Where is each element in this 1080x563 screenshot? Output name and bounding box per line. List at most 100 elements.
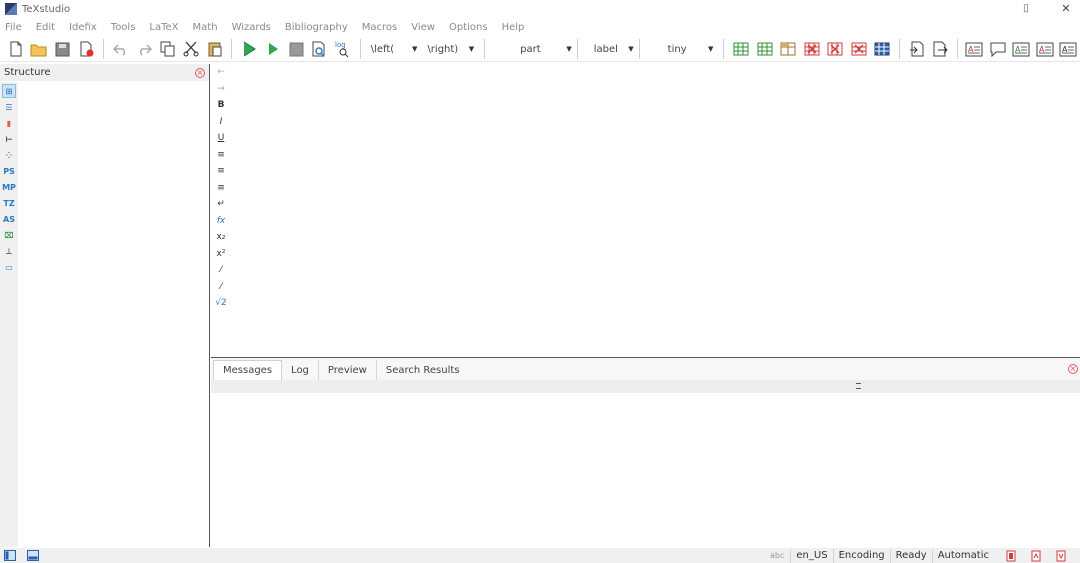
insert-input-icon[interactable] [930, 39, 949, 59]
page-icon[interactable]: ▭ [2, 260, 16, 274]
new-line-icon[interactable]: ↵ [211, 196, 231, 213]
tab-messages[interactable]: Messages [213, 360, 283, 380]
toolbar-separator [102, 39, 104, 59]
text-block-icon[interactable]: A [1035, 39, 1054, 59]
menu-bibliography[interactable]: Bibliography [285, 22, 348, 33]
structure-header: Structure × [0, 64, 209, 81]
toolbar-separator [359, 39, 361, 59]
left-delimiter-combo[interactable]: \left( ▼ [366, 40, 423, 59]
bottom-icon[interactable]: ⊥ [2, 244, 16, 258]
text-frame-icon[interactable]: A [965, 39, 984, 59]
stop-icon[interactable] [286, 39, 305, 59]
toggle-structure-icon[interactable] [3, 549, 17, 562]
references-combo[interactable]: label ▼ [578, 40, 639, 59]
pstricks-icon[interactable]: PS [2, 164, 16, 178]
save-icon[interactable] [53, 39, 72, 59]
minimize-button[interactable]: ⌷ [1016, 2, 1036, 16]
text-paragraph-icon[interactable]: A [1059, 39, 1078, 59]
italic-icon[interactable]: I [211, 114, 231, 131]
build-and-view-icon[interactable] [239, 39, 258, 59]
menu-edit[interactable]: Edit [36, 22, 55, 33]
metapost-icon[interactable]: MP [2, 180, 16, 194]
comment-icon[interactable] [988, 39, 1007, 59]
copy-icon[interactable] [158, 39, 177, 59]
menu-idefix[interactable]: Idefix [69, 22, 97, 33]
panel-splitter[interactable] [211, 380, 1080, 393]
menu-view[interactable]: View [411, 22, 435, 33]
view-pdf-icon[interactable] [310, 39, 329, 59]
compile-icon[interactable] [263, 39, 282, 59]
toggle-messages-icon[interactable] [26, 549, 40, 562]
menu-bar: File Edit Idefix Tools LaTeX Math Wizard… [0, 19, 1080, 36]
bookmark-red-icon[interactable] [1004, 549, 1018, 562]
math-mode-icon[interactable]: fx [211, 213, 231, 230]
paste-icon[interactable] [205, 39, 224, 59]
menu-help[interactable]: Help [502, 22, 525, 33]
insert-image-icon[interactable]: ⌧ [2, 228, 16, 242]
editor-area[interactable] [231, 64, 1080, 356]
compile-mode[interactable]: Automatic [931, 548, 994, 563]
text-box-icon[interactable]: A [1012, 39, 1031, 59]
tab-search-results[interactable]: Search Results [377, 360, 469, 380]
insert-include-icon[interactable] [907, 39, 926, 59]
align-columns-icon[interactable] [778, 39, 797, 59]
toc-icon[interactable]: ☰ [2, 100, 16, 114]
bookmark-icon[interactable]: ▮ [2, 116, 16, 130]
table-template-icon[interactable] [872, 39, 891, 59]
bold-icon[interactable]: B [211, 97, 231, 114]
arrow-right-icon[interactable]: → [211, 81, 231, 98]
remove-column-icon[interactable] [825, 39, 844, 59]
fraction-icon[interactable]: ⁄ [211, 262, 231, 279]
language-selector[interactable]: en_US [790, 548, 832, 563]
menu-macros[interactable]: Macros [362, 22, 397, 33]
bottom-tabs: Messages Log Preview Search Results [211, 358, 1080, 380]
font-size-value: tiny [667, 43, 687, 55]
arrow-left-icon[interactable]: ← [211, 64, 231, 81]
view-log-icon[interactable]: log [333, 39, 352, 59]
menu-file[interactable]: File [5, 22, 22, 33]
close-window-button[interactable]: ✕ [1056, 2, 1076, 16]
subscript-icon[interactable]: x₂ [211, 229, 231, 246]
add-column-icon[interactable] [755, 39, 774, 59]
redo-icon[interactable] [134, 39, 153, 59]
open-file-icon[interactable] [29, 39, 48, 59]
new-file-icon[interactable] [6, 39, 25, 59]
undo-icon[interactable] [111, 39, 130, 59]
underline-icon[interactable]: U [211, 130, 231, 147]
toolbar-separator [484, 39, 486, 59]
align-right-icon[interactable]: ≡ [211, 180, 231, 197]
tab-log[interactable]: Log [282, 360, 319, 380]
right-delimiter-combo[interactable]: \right) ▼ [422, 40, 479, 59]
dfrac-icon[interactable]: ⁄ [211, 279, 231, 296]
encoding-selector[interactable]: Encoding [832, 548, 890, 563]
close-file-icon[interactable] [76, 39, 95, 59]
align-left-icon[interactable]: ≡ [211, 147, 231, 164]
font-size-combo[interactable]: tiny ▼ [640, 40, 719, 59]
menu-options[interactable]: Options [449, 22, 488, 33]
tab-preview[interactable]: Preview [319, 360, 377, 380]
symbols-icon[interactable]: ⊢ [2, 132, 16, 146]
superscript-icon[interactable]: x² [211, 246, 231, 263]
toolbar-separator [231, 39, 233, 59]
cut-columns-icon[interactable] [849, 39, 868, 59]
asymptote-icon[interactable]: AS [2, 212, 16, 226]
sectioning-combo[interactable]: part ▼ [490, 40, 577, 59]
bookmark-previous-icon[interactable] [1029, 549, 1043, 562]
spellcheck-icon[interactable]: abc [764, 551, 790, 560]
close-panel-icon[interactable]: × [1068, 364, 1078, 374]
toolbar-separator [723, 39, 725, 59]
add-row-icon[interactable] [731, 39, 750, 59]
menu-latex[interactable]: LaTeX [149, 22, 178, 33]
tikz-icon[interactable]: TZ [2, 196, 16, 210]
structure-tree-icon[interactable]: ⊞ [2, 84, 16, 98]
cut-icon[interactable] [181, 39, 200, 59]
grid-icon[interactable]: ⁘ [2, 148, 16, 162]
menu-math[interactable]: Math [193, 22, 218, 33]
bookmark-next-icon[interactable] [1054, 549, 1068, 562]
remove-row-icon[interactable] [802, 39, 821, 59]
menu-tools[interactable]: Tools [111, 22, 136, 33]
menu-wizards[interactable]: Wizards [232, 22, 271, 33]
close-structure-icon[interactable]: × [195, 67, 205, 78]
sqrt-icon[interactable]: √2 [211, 295, 231, 312]
align-center-icon[interactable]: ≡ [211, 163, 231, 180]
